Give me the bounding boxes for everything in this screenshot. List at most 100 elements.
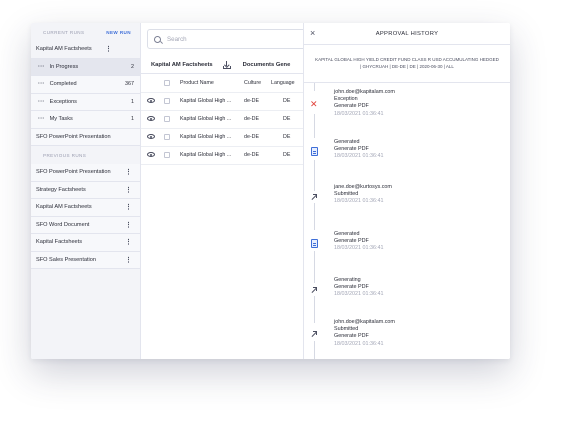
kebab-menu-icon[interactable]: ⋮ xyxy=(123,256,134,264)
cell-language: DE xyxy=(271,92,303,111)
timeline-connector xyxy=(314,114,315,138)
approval-history-panel: × APPROVAL HISTORY KAPITAL GLOBAL HIGH Y… xyxy=(303,23,510,359)
tab-kapital-am-factsheets[interactable]: Kapital AM Factsheets xyxy=(141,62,213,68)
entry-line: john.doe@kapitalam.com xyxy=(334,319,395,325)
sidebar-item-in-progress[interactable]: ··· In Progress 2 xyxy=(31,58,140,76)
select-all-checkbox[interactable] xyxy=(164,79,170,86)
entry-timestamp: 18/03/2021 01:36:41 xyxy=(334,340,384,347)
preview-eye-icon[interactable] xyxy=(146,116,155,122)
panel-title: APPROVAL HISTORY xyxy=(375,30,439,37)
search-icon xyxy=(154,35,161,43)
search-input[interactable]: Search xyxy=(167,36,187,43)
sidebar-item-count: 2 xyxy=(131,63,134,70)
sidebar-item-label: In Progress xyxy=(49,63,79,70)
sidebar-item-exceptions[interactable]: ··· Exceptions 1 xyxy=(31,93,140,111)
entry-line: Generate PDF xyxy=(334,146,369,153)
document-title: KAPITAL GLOBAL HIGH YIELD CREDIT FUND CL… xyxy=(304,45,510,83)
previous-run-item[interactable]: SFO Word Document ⋮ xyxy=(31,216,140,234)
column-header-culture[interactable]: Culture xyxy=(244,74,271,93)
table-row[interactable]: Kapital Global High ... de-DE DE xyxy=(141,128,303,147)
sidebar-item-count: 1 xyxy=(131,98,134,105)
entry-line: Submitted xyxy=(334,326,359,333)
sidebar-item-count: 1 xyxy=(131,116,134,123)
ellipsis-icon: ··· xyxy=(38,116,45,123)
previous-runs-header: PREVIOUS RUNS xyxy=(31,146,140,164)
search-box[interactable]: Search xyxy=(147,29,317,49)
previous-run-label: SFO PowerPoint Presentation xyxy=(36,169,111,176)
close-icon[interactable]: × xyxy=(310,28,315,38)
row-checkbox[interactable] xyxy=(164,152,170,158)
cell-culture: de-DE xyxy=(244,110,271,129)
entry-line: Exception xyxy=(334,96,358,103)
cell-language: DE xyxy=(271,146,303,165)
table-row[interactable]: Kapital Global High ... de-DE DE xyxy=(141,92,303,111)
cell-culture: de-DE xyxy=(244,128,271,147)
row-checkbox[interactable] xyxy=(164,98,170,104)
entry-timestamp: 18/03/2021 01:36:41 xyxy=(334,153,384,160)
cell-product-name: Kapital Global High ... xyxy=(180,92,244,111)
entry-line: Generate PDF xyxy=(334,333,369,340)
document-tabs: Kapital AM Factsheets Documents Gene xyxy=(141,56,303,74)
entry-line: Generating xyxy=(334,277,361,283)
kebab-menu-icon[interactable]: ⋮ xyxy=(123,238,134,246)
download-icon[interactable] xyxy=(223,60,232,69)
timeline-connector xyxy=(314,83,315,91)
kebab-menu-icon[interactable]: ⋮ xyxy=(123,221,134,229)
arrow-icon xyxy=(310,192,319,202)
timeline-connector xyxy=(314,160,315,191)
entry-timestamp: 18/03/2021 01:36:41 xyxy=(334,291,384,298)
tab-documents-generated[interactable]: Documents Gene xyxy=(243,62,291,68)
previous-run-item[interactable]: SFO Sales Presentation ⋮ xyxy=(31,251,140,269)
row-checkbox[interactable] xyxy=(164,134,170,140)
preview-eye-icon[interactable] xyxy=(146,152,155,158)
table-row[interactable]: Kapital Global High ... de-DE DE xyxy=(141,146,303,165)
kebab-menu-icon[interactable]: ⋮ xyxy=(103,45,114,53)
sidebar-item-my-tasks[interactable]: ··· My Tasks 1 xyxy=(31,111,140,129)
entry-line: Generated xyxy=(334,231,360,237)
cell-product-name: Kapital Global High ... xyxy=(180,110,244,129)
row-checkbox[interactable] xyxy=(164,116,170,122)
current-runs-header: CURRENT RUNS NEW RUN xyxy=(31,23,140,41)
previous-run-item[interactable]: SFO PowerPoint Presentation ⋮ xyxy=(31,164,140,182)
document-icon xyxy=(311,147,318,156)
cell-culture: de-DE xyxy=(244,92,271,111)
table-row[interactable]: Kapital Global High ... de-DE DE xyxy=(141,110,303,129)
current-run-group[interactable]: Kapital AM Factsheets ⋮ xyxy=(31,41,140,59)
timeline-connector xyxy=(314,203,315,230)
kebab-menu-icon[interactable]: ⋮ xyxy=(123,168,134,176)
kebab-menu-icon[interactable]: ⋮ xyxy=(123,203,134,211)
previous-run-label: SFO Sales Presentation xyxy=(36,256,97,263)
previous-run-label: Kapital Factsheets xyxy=(36,239,83,246)
entry-timestamp: 18/03/2021 01:36:41 xyxy=(334,198,384,205)
main-content: Search Kapital AM Factsheets Documents G… xyxy=(141,23,317,359)
column-header-product-name[interactable]: Product Name xyxy=(180,74,244,93)
sidebar-item-sfo-powerpoint[interactable]: SFO PowerPoint Presentation xyxy=(31,128,140,146)
timeline-connector xyxy=(314,251,315,283)
ellipsis-icon: ··· xyxy=(38,63,45,70)
previous-run-item[interactable]: Strategy Factsheets ⋮ xyxy=(31,181,140,199)
preview-eye-icon[interactable] xyxy=(146,98,155,104)
preview-eye-icon[interactable] xyxy=(146,134,155,140)
column-header-language[interactable]: Language xyxy=(271,74,303,93)
document-icon xyxy=(311,239,318,248)
x-icon: ✕ xyxy=(310,99,318,109)
sidebar-item-completed[interactable]: ··· Completed 367 xyxy=(31,76,140,94)
timeline-connector xyxy=(314,341,315,359)
entry-line: jane.doe@kurtosys.com xyxy=(334,184,392,190)
previous-run-label: Kapital AM Factsheets xyxy=(36,204,92,211)
documents-table: Product Name Culture Language Kapital Gl… xyxy=(141,74,303,165)
previous-run-item[interactable]: Kapital AM Factsheets ⋮ xyxy=(31,199,140,217)
entry-timestamp: 18/03/2021 01:36:41 xyxy=(334,245,384,252)
new-run-button[interactable]: NEW RUN xyxy=(106,30,131,35)
arrow-icon xyxy=(310,285,319,295)
entry-line: Submitted xyxy=(334,191,359,198)
panel-header: × APPROVAL HISTORY xyxy=(304,23,510,45)
previous-run-item[interactable]: Kapital Factsheets ⋮ xyxy=(31,234,140,252)
entry-line: john.doe@kapitalam.com xyxy=(334,89,395,95)
cell-language: DE xyxy=(271,128,303,147)
previous-runs-label: PREVIOUS RUNS xyxy=(43,152,87,158)
kebab-menu-icon[interactable]: ⋮ xyxy=(123,186,134,194)
sidebar: CURRENT RUNS NEW RUN Kapital AM Factshee… xyxy=(31,23,141,359)
entry-line: Generate PDF xyxy=(334,284,369,291)
sidebar-item-label: Exceptions xyxy=(49,98,77,105)
